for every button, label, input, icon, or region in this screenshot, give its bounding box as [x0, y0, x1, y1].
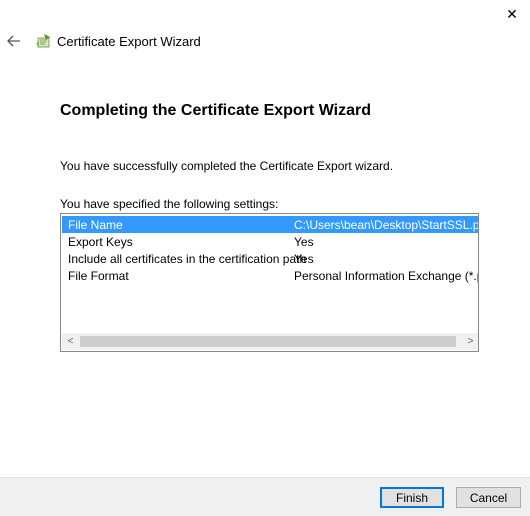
back-arrow-icon	[7, 35, 20, 47]
button-bar	[0, 477, 530, 516]
setting-key: File Name	[68, 217, 123, 232]
completion-message: You have successfully completed the Cert…	[60, 159, 394, 173]
scroll-left-arrow-icon[interactable]: <	[62, 333, 79, 350]
list-row-export-keys[interactable]: Export Keys Yes	[62, 233, 478, 250]
setting-key: Export Keys	[68, 234, 133, 249]
close-icon: ✕	[506, 5, 518, 22]
scrollbar-thumb[interactable]	[80, 336, 456, 347]
back-button[interactable]	[4, 31, 24, 51]
setting-key: File Format	[68, 268, 129, 283]
settings-list[interactable]: File Name C:\Users\bean\Desktop\StartSSL…	[60, 213, 479, 352]
setting-value: Personal Information Exchange (*.pfx)	[294, 268, 479, 283]
finish-button[interactable]: Finish	[380, 487, 444, 508]
setting-value: Yes	[294, 234, 314, 249]
list-row-include-certificates[interactable]: Include all certificates in the certific…	[62, 250, 478, 267]
cancel-button[interactable]: Cancel	[456, 487, 521, 508]
setting-value: Yes	[294, 251, 314, 266]
list-row-file-name[interactable]: File Name C:\Users\bean\Desktop\StartSSL…	[62, 216, 479, 233]
scroll-right-arrow-icon[interactable]: >	[462, 333, 478, 350]
list-row-file-format[interactable]: File Format Personal Information Exchang…	[62, 267, 479, 284]
close-button[interactable]: ✕	[498, 4, 526, 24]
horizontal-scrollbar[interactable]: < >	[62, 333, 478, 350]
setting-key: Include all certificates in the certific…	[68, 251, 307, 266]
window-title: Certificate Export Wizard	[57, 34, 201, 49]
settings-label: You have specified the following setting…	[60, 197, 279, 211]
setting-value: C:\Users\bean\Desktop\StartSSL.pfx	[294, 217, 479, 232]
certificate-wizard-icon	[36, 34, 50, 48]
page-title: Completing the Certificate Export Wizard	[60, 102, 371, 119]
